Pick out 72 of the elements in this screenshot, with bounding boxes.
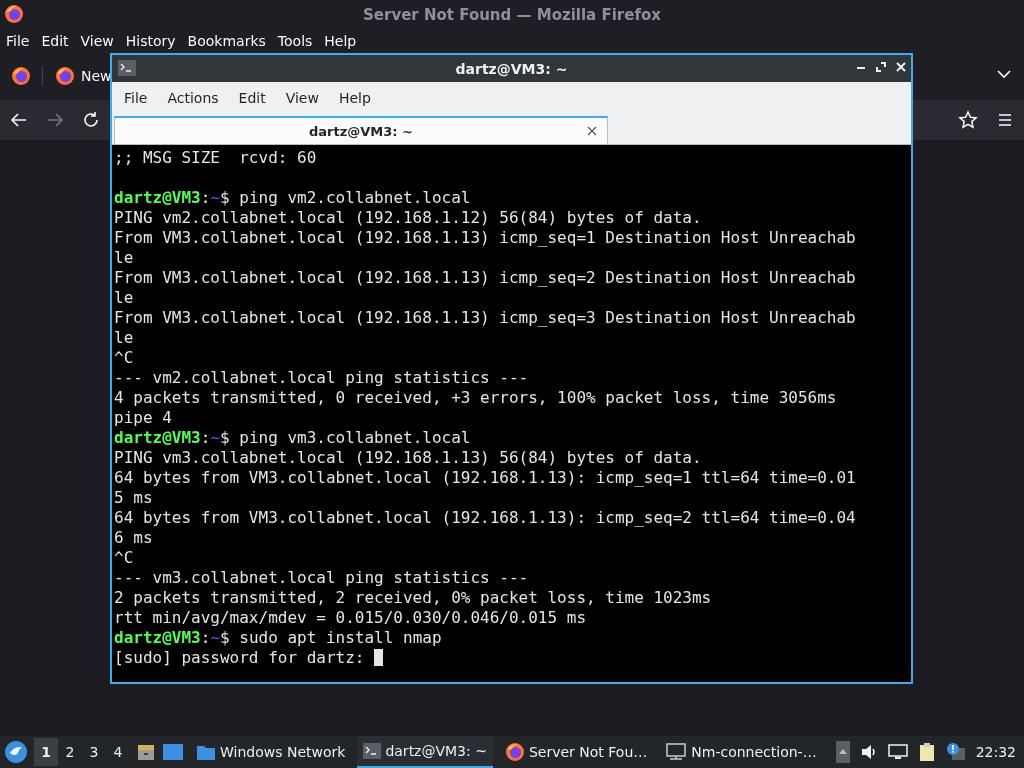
menu-item[interactable]: Actions [159,89,231,106]
terminal-line: PING vm3.collabnet.local (192.168.1.13) 56(84) bytes of data. [114,448,703,468]
network-computer-icon [665,743,688,761]
terminal-line: From VM3.collabnet.local (192.168.1.13) icmp_seq=1 Destination Host Unreachab [114,228,857,248]
workspace-button[interactable]: 1 [34,738,58,766]
terminal-line: From VM3.collabnet.local (192.168.1.13) icmp_seq=2 Destination Host Unreachab [114,268,857,288]
firefox-icon [55,66,75,86]
terminal-line: le [114,288,135,308]
menu-item[interactable]: Help [318,33,363,49]
terminal-line: dartz@VM3:~$ ping vm3.collabnet.local [114,428,472,448]
close-icon[interactable] [587,126,597,136]
terminal-line: 5 ms [114,488,154,508]
firefox-icon [504,742,525,762]
terminal-tab[interactable]: dartz@VM3: ~ [114,116,608,144]
terminal-icon [118,60,136,76]
terminal-icon [363,743,382,759]
terminal-line: 4 packets transmitted, 0 received, +3 errors, 100% packet loss, time 3056ms [114,388,838,408]
speaker-icon[interactable] [859,743,878,761]
terminal-line: 64 bytes from VM3.collabnet.local (192.168.1.13): icmp_seq=2 ttl=64 time=0.04 [114,508,857,528]
forward-icon[interactable] [46,111,64,129]
terminal-line: ^C [114,348,135,368]
terminal-line: ^C [114,548,135,568]
terminal-line: 2 packets transmitted, 2 received, 0% packet loss, time 1023ms [114,588,713,608]
window-title: Server Not Found — Mozilla Firefox [363,6,661,24]
clipboard-icon[interactable] [917,742,936,762]
terminal-line: le [114,328,135,348]
window-title: dartz@VM3: ~ [455,60,568,77]
terminal-line: 64 bytes from VM3.collabnet.local (192.168.1.13): icmp_seq=1 ttl=64 time=0.01 [114,468,857,488]
network-icon[interactable] [887,743,908,761]
menu-item[interactable]: Bookmarks [181,33,272,49]
terminal-line: [sudo] password for dartz: [114,648,911,668]
menu-item[interactable]: Help [330,89,383,106]
start-menu-icon[interactable] [4,740,28,764]
window-icon[interactable] [162,743,184,761]
workspace-button[interactable]: 2 [58,738,82,766]
menu-item[interactable]: Tools [271,33,319,49]
menu-item[interactable]: Edit [35,33,75,49]
firefox-icon [11,66,31,86]
restore-icon[interactable] [875,61,887,73]
terminal-line: dartz@VM3:~$ ping vm2.collabnet.local [114,188,472,208]
taskbar-button[interactable]: Windows Network [190,736,352,768]
terminal-line: --- vm2.collabnet.local ping statistics --- [114,368,530,388]
back-icon[interactable] [10,111,28,129]
terminal-line: --- vm3.collabnet.local ping statistics --- [114,568,530,588]
taskbar-button[interactable]: Server Not Fou… [498,736,654,768]
menu-item[interactable]: File [0,33,36,49]
menu-icon[interactable] [996,111,1014,129]
taskbar-button[interactable]: Nm-connection-… [659,736,823,768]
folder-icon [196,743,216,761]
star-icon[interactable] [958,110,978,130]
menu-item[interactable]: History [119,33,182,49]
terminal-line: 6 ms [114,528,154,548]
terminal-line: ;; MSG SIZE rcvd: 60 [114,148,318,168]
workspace-button[interactable]: 4 [106,738,130,766]
browser-tab[interactable]: New [55,66,112,86]
reload-icon[interactable] [82,111,100,129]
workspace-button[interactable]: 3 [82,738,106,766]
menu-item[interactable]: File [116,89,160,106]
terminal-line: dartz@VM3:~$ sudo apt install nmap [114,628,443,648]
terminal-line: PING vm2.collabnet.local (192.168.1.12) 56(84) bytes of data. [114,208,703,228]
terminal-line: le [114,248,135,268]
file-cabinet-icon[interactable] [136,742,156,762]
notification-icon[interactable] [945,742,966,762]
firefox-icon [4,4,24,24]
terminal-line: rtt min/avg/max/mdev = 0.015/0.030/0.046/0.015 ms [114,608,587,628]
menu-item[interactable]: Edit [230,89,278,106]
clock[interactable]: 22:32 [975,744,1016,760]
terminal-line: pipe 4 [114,408,173,428]
taskbar-button[interactable]: dartz@VM3: ~ [357,736,493,768]
terminal-line: From VM3.collabnet.local (192.168.1.13) icmp_seq=3 Destination Host Unreachab [114,308,857,328]
menu-item[interactable]: View [277,89,331,106]
menu-item[interactable]: View [74,33,120,49]
